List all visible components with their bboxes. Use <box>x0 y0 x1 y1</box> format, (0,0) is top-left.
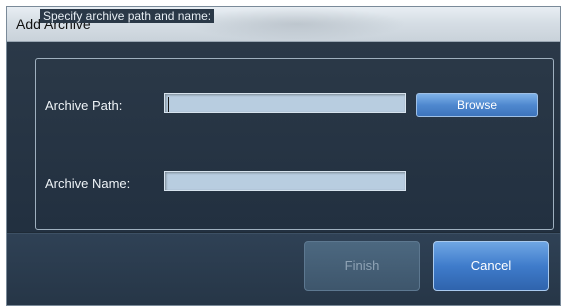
archive-name-input[interactable] <box>164 171 406 191</box>
archive-path-input[interactable] <box>164 93 406 113</box>
text-caret <box>168 97 169 112</box>
cancel-button[interactable]: Cancel <box>433 241 549 291</box>
title-bar-gloss <box>187 7 407 41</box>
archive-name-label: Archive Name: <box>45 176 131 191</box>
archive-path-label: Archive Path: <box>45 98 123 113</box>
groupbox-legend: Specify archive path and name: <box>40 9 215 23</box>
archive-groupbox <box>35 58 554 230</box>
finish-button[interactable]: Finish <box>304 241 420 291</box>
browse-button[interactable]: Browse <box>416 93 538 117</box>
dialog-content <box>7 42 560 232</box>
